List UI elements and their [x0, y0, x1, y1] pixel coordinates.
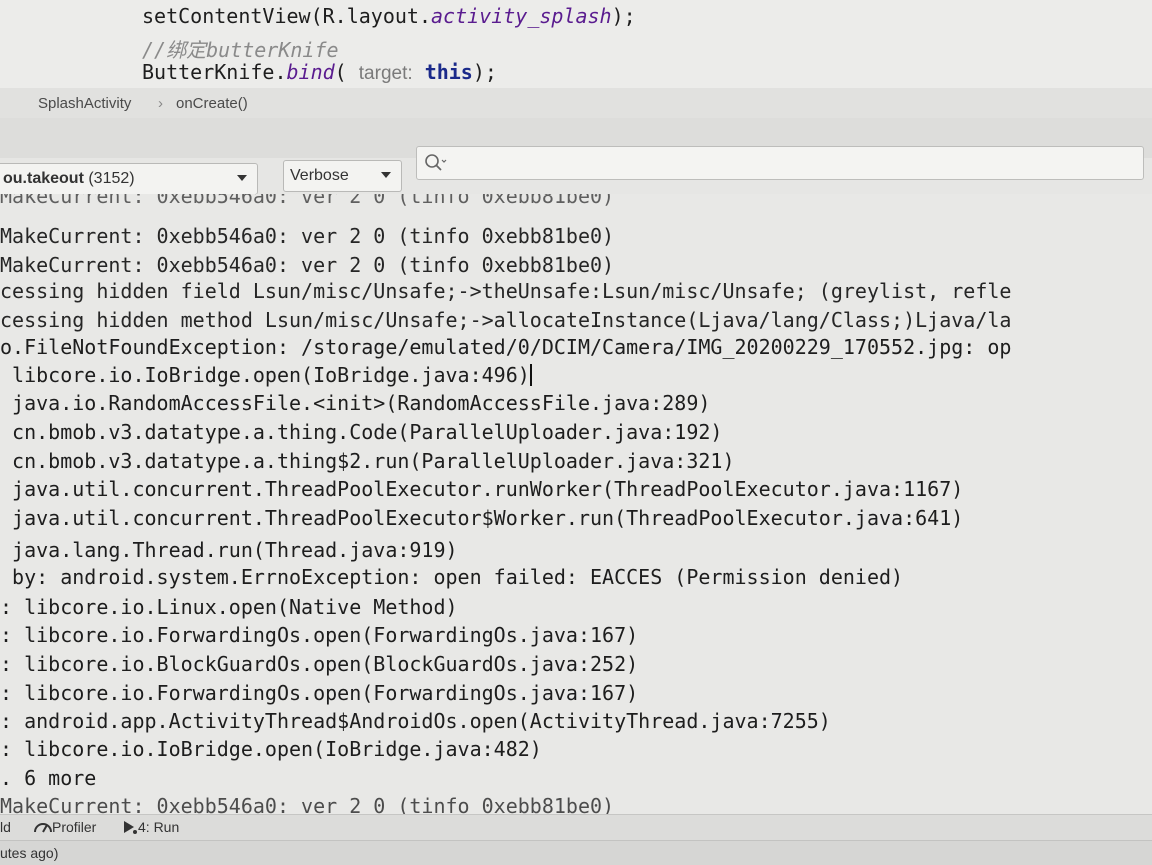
log-line-stacktrace: libcore.io.IoBridge.open(IoBridge.java:4… [0, 363, 532, 387]
log-line-stacktrace: : libcore.io.ForwardingOs.open(Forwardin… [0, 623, 639, 647]
breadcrumb-class[interactable]: SplashActivity [38, 95, 131, 112]
process-pid: (3152) [88, 170, 135, 187]
log-line-stacktrace: cn.bmob.v3.datatype.a.thing$2.run(Parall… [0, 449, 735, 473]
code-text: ( [334, 60, 359, 84]
breadcrumb-method[interactable]: onCreate() [176, 95, 248, 112]
code-line-butterknife: ButterKnife.bind( target: this); [142, 60, 497, 85]
breadcrumb-separator: › [158, 95, 163, 112]
log-line-stacktrace: : libcore.io.ForwardingOs.open(Forwardin… [0, 681, 639, 705]
code-text: ); [611, 4, 636, 28]
log-line-stacktrace: cn.bmob.v3.datatype.a.thing.Code(Paralle… [0, 420, 723, 444]
text-cursor [529, 364, 532, 386]
log-line-text: libcore.io.IoBridge.open(IoBridge.java:4… [0, 363, 530, 387]
log-line-stacktrace: java.lang.Thread.run(Thread.java:919) [0, 538, 458, 562]
code-text: ); [472, 60, 497, 84]
code-comment: //绑定butterKnife [142, 38, 339, 62]
code-method: bind [286, 60, 335, 84]
log-line-stacktrace: : libcore.io.BlockGuardOs.open(BlockGuar… [0, 652, 639, 676]
toolwindow-profiler[interactable]: Profiler [34, 819, 96, 835]
log-line-stacktrace: java.util.concurrent.ThreadPoolExecutor$… [0, 506, 964, 530]
chevron-down-icon [381, 172, 391, 178]
code-text: ButterKnife. [142, 60, 287, 84]
code-identifier: activity_splash [430, 4, 612, 28]
process-name: ou.takeout [3, 170, 84, 187]
chevron-down-icon [237, 175, 247, 181]
toolwindow-run[interactable]: 4: Run [122, 819, 179, 835]
log-line-stacktrace: java.util.concurrent.ThreadPoolExecutor.… [0, 477, 964, 501]
logcat-search-input[interactable] [416, 146, 1144, 180]
breadcrumb: SplashActivity › onCreate() [0, 88, 1152, 119]
process-label: ou.takeout (3152) [3, 170, 135, 188]
log-line-stacktrace: : android.app.ActivityThread$AndroidOs.o… [0, 709, 831, 733]
run-label: 4: Run [138, 819, 180, 835]
log-line-exception: o.FileNotFoundException: /storage/emulat… [0, 335, 1012, 359]
log-line: MakeCurrent: 0xebb546a0: ver 2 0 (tinfo … [0, 794, 615, 814]
logcat-output[interactable]: MakeCurrent: 0xebb546a0: ver 2 0 (tinfo … [0, 194, 1152, 814]
log-line: cessing hidden method Lsun/misc/Unsafe;-… [0, 308, 1012, 332]
search-icon [425, 154, 447, 171]
parameter-hint: target: [358, 63, 413, 84]
code-text: setContentView(R.layout. [142, 4, 431, 28]
log-level-dropdown[interactable]: Verbose [283, 160, 402, 192]
run-icon [124, 821, 137, 834]
tool-window-bar: ld Profiler 4: Run [0, 814, 1152, 841]
code-line-setcontentview: setContentView(R.layout.activity_splash)… [142, 4, 636, 28]
status-bar: utes ago) [0, 840, 1152, 865]
log-line: MakeCurrent: 0xebb546a0: ver 2 0 (tinfo … [0, 194, 615, 208]
log-line-stacktrace: java.io.RandomAccessFile.<init>(RandomAc… [0, 391, 711, 415]
log-level-label: Verbose [290, 167, 349, 184]
log-line-more: . 6 more [0, 766, 97, 790]
code-keyword: this [424, 60, 473, 84]
code-editor[interactable]: setContentView(R.layout.activity_splash)… [0, 0, 1152, 88]
status-text: utes ago) [0, 845, 59, 861]
log-line: cessing hidden field Lsun/misc/Unsafe;->… [0, 279, 1012, 303]
log-line-caused-by: by: android.system.ErrnoException: open … [0, 565, 904, 589]
toolwindow-build-fragment[interactable]: ld [0, 819, 11, 835]
profiler-icon [34, 823, 52, 833]
process-dropdown[interactable]: ou.takeout (3152) [0, 163, 258, 195]
log-line-stacktrace: : libcore.io.IoBridge.open(IoBridge.java… [0, 737, 542, 761]
log-line: MakeCurrent: 0xebb546a0: ver 2 0 (tinfo … [0, 253, 615, 277]
log-line: MakeCurrent: 0xebb546a0: ver 2 0 (tinfo … [0, 224, 615, 248]
log-line-stacktrace: : libcore.io.Linux.open(Native Method) [0, 595, 458, 619]
profiler-label: Profiler [52, 819, 97, 835]
